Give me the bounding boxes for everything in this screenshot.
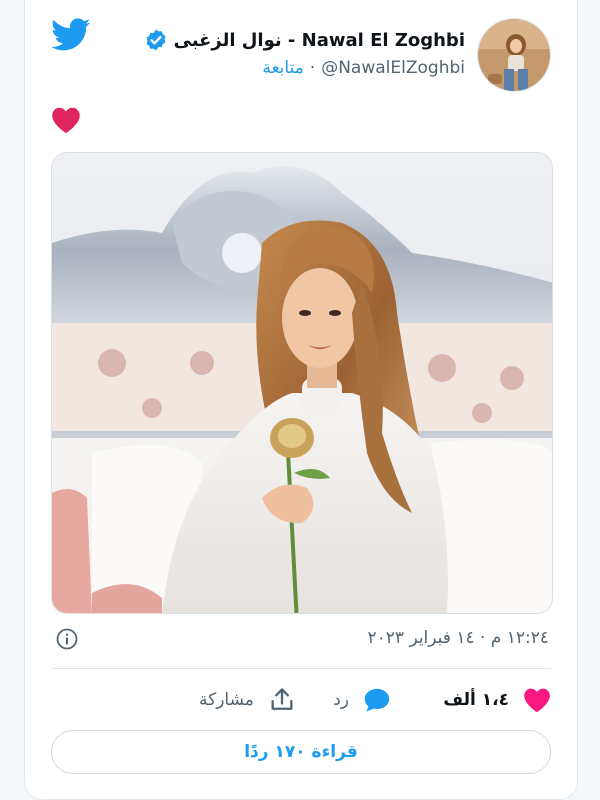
info-icon[interactable] <box>55 627 79 651</box>
share-upload-icon <box>271 688 293 710</box>
speech-bubble-icon <box>364 688 390 712</box>
tweet-actions: ١،٤ ألف رد مشاركة <box>51 682 551 718</box>
tweet-embed-card: نوال الزغبى - Nawal El Zoghbi متابعة · @… <box>24 0 578 800</box>
like-button[interactable]: ١،٤ ألف <box>443 682 551 718</box>
author-handle[interactable]: @NawalElZoghbi <box>321 58 465 78</box>
read-replies-label: قراءة ١٧٠ ردًا <box>244 742 358 762</box>
avatar[interactable] <box>477 18 551 92</box>
share-label: مشاركة <box>199 690 254 710</box>
tweet-timestamp[interactable]: ١٢:٢٤ م · ١٤ فبراير ٢٠٢٣ <box>368 628 549 652</box>
tweet-photo[interactable] <box>51 152 553 614</box>
share-button[interactable]: مشاركة <box>199 682 296 718</box>
heart-emoji-icon <box>52 107 80 134</box>
verified-badge-icon <box>146 29 166 51</box>
separator-dot: · <box>309 58 316 78</box>
read-replies-button[interactable]: قراءة ١٧٠ ردًا <box>51 730 551 774</box>
reply-label: رد <box>333 690 349 710</box>
reply-button[interactable]: رد <box>333 682 391 718</box>
author-name-row[interactable]: نوال الزغبى - Nawal El Zoghbi <box>144 26 465 54</box>
like-count: ١،٤ ألف <box>443 690 509 710</box>
twitter-bird-icon[interactable] <box>51 18 91 52</box>
avatar-photo <box>478 19 550 91</box>
handle-row: متابعة · @NawalElZoghbi <box>262 56 465 80</box>
follow-link[interactable]: متابعة <box>262 58 303 78</box>
heart-icon <box>524 688 550 713</box>
display-name: نوال الزغبى - Nawal El Zoghbi <box>173 29 465 51</box>
divider <box>51 668 551 669</box>
photo-illustration <box>52 153 552 613</box>
